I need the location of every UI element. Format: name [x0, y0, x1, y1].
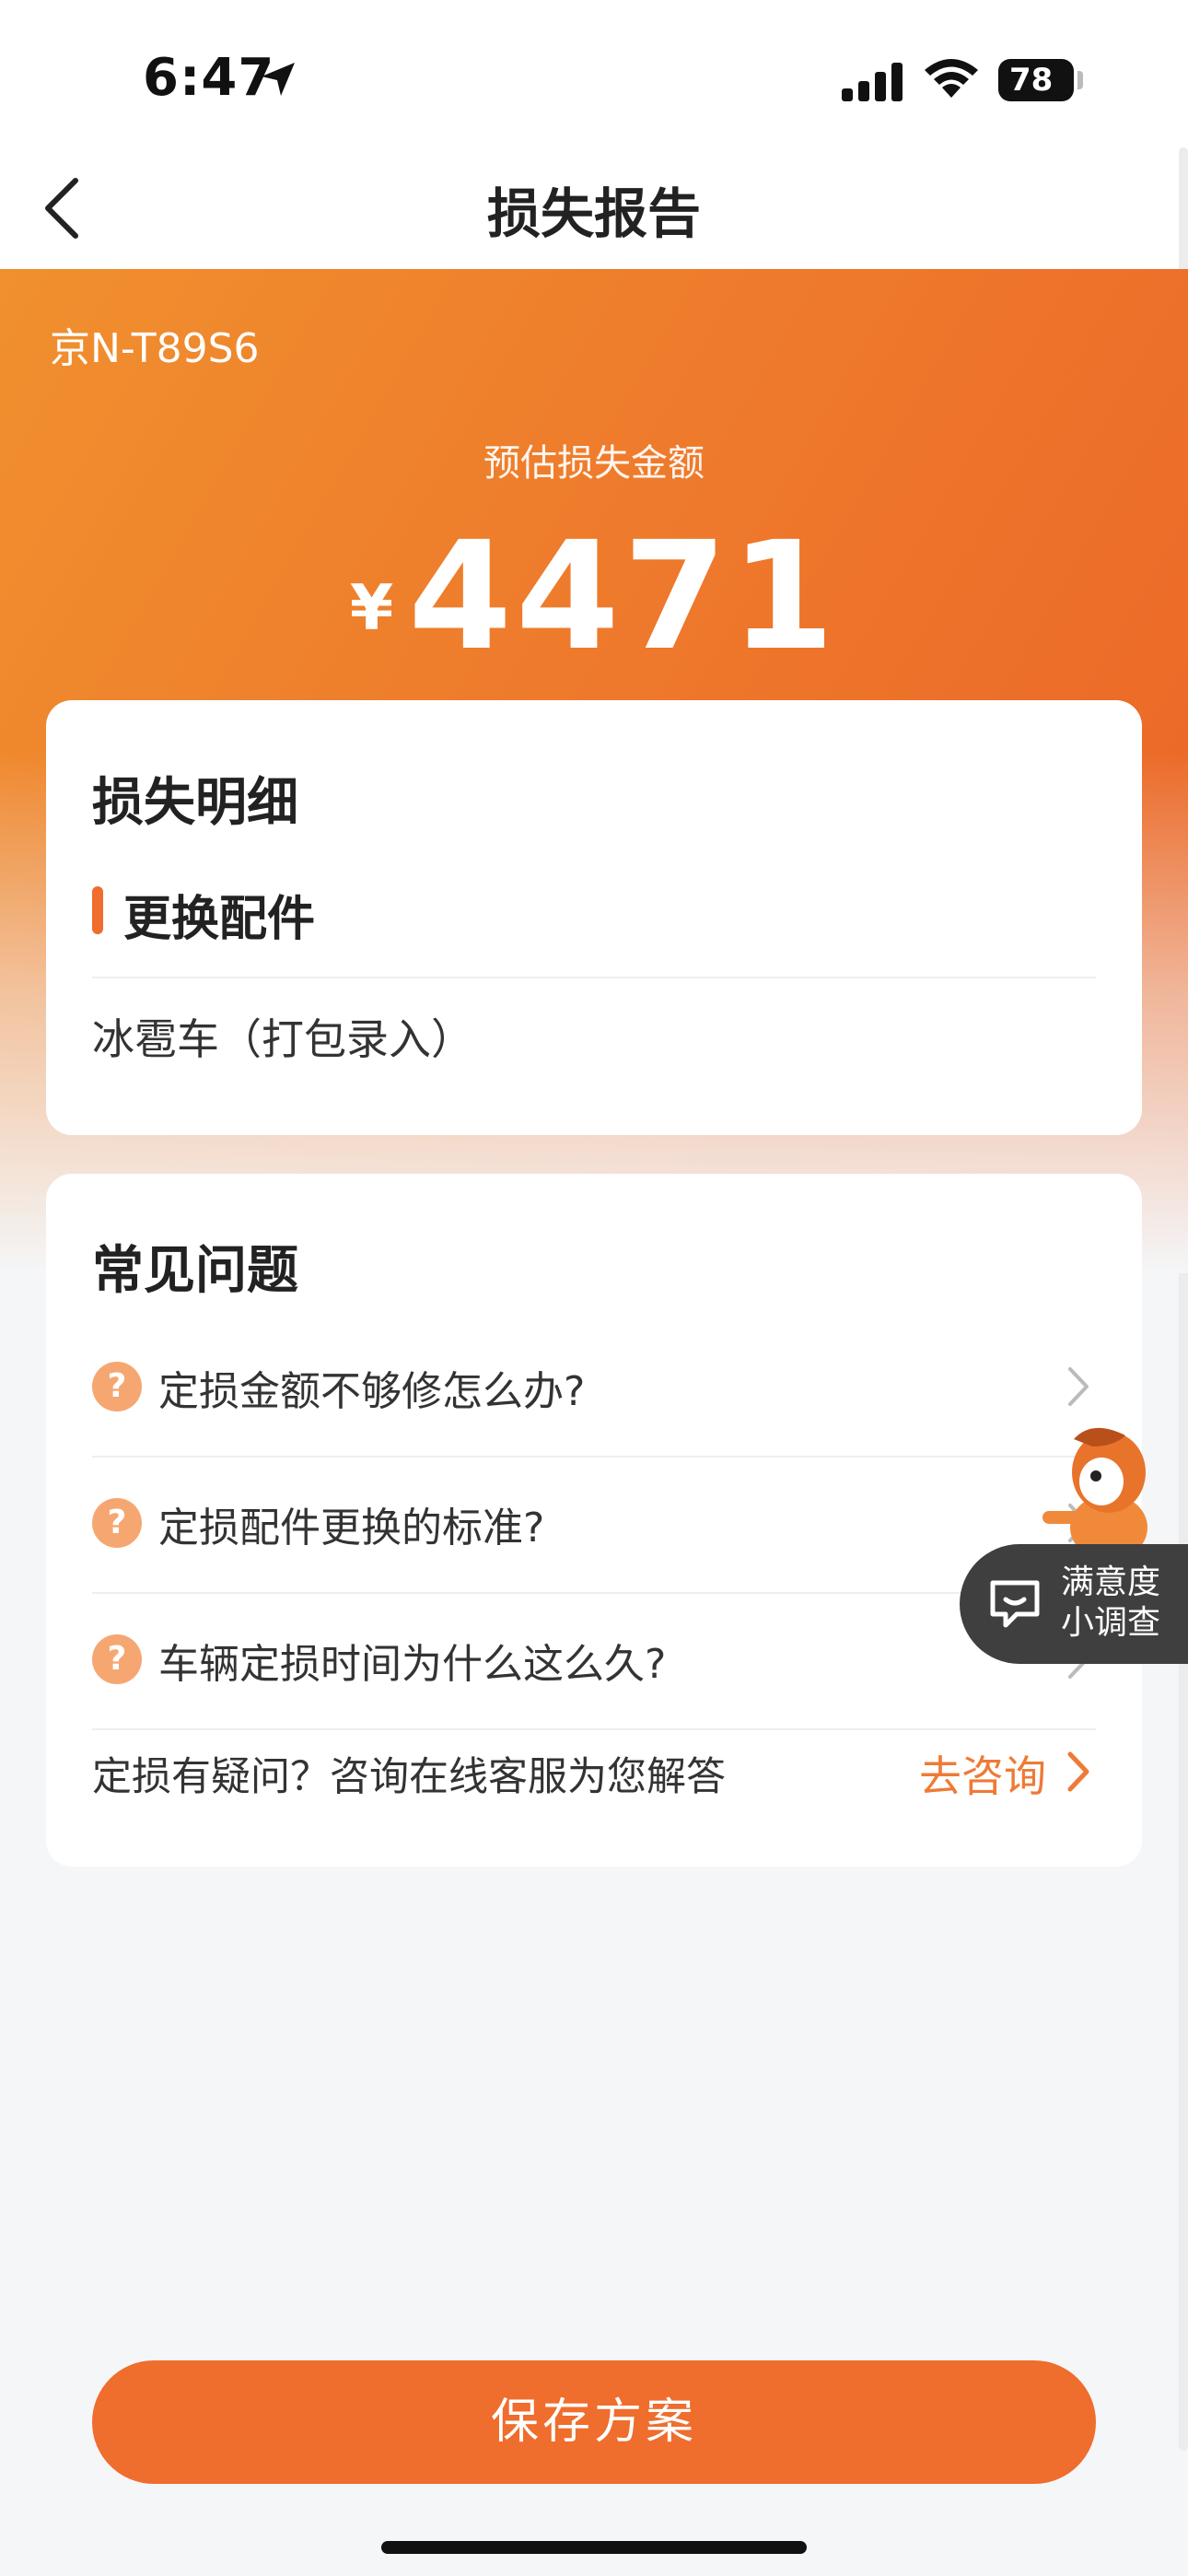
divider [92, 977, 1096, 978]
status-time: 6:47 [143, 48, 275, 108]
faq-question: 车辆定损时间为什么这么久? [158, 1641, 667, 1688]
status-bar: 6:47 78 [0, 0, 1188, 147]
wifi-icon [925, 59, 978, 98]
faq-item[interactable]: ? 定损金额不够修怎么办? [92, 1321, 1096, 1458]
home-indicator [381, 2541, 807, 2554]
question-icon: ? [92, 1362, 142, 1411]
amount-value: 4471 [408, 510, 839, 684]
location-arrow-icon [262, 63, 295, 96]
section-title: 更换配件 [123, 892, 316, 947]
question-icon: ? [92, 1498, 142, 1548]
question-icon: ? [92, 1634, 142, 1684]
battery-cap [1077, 71, 1083, 89]
faq-item[interactable]: ? 定损配件更换的标准? [92, 1458, 1096, 1594]
survey-chat-icon [990, 1580, 1040, 1628]
faq-question: 定损金额不够修怎么办? [158, 1368, 586, 1415]
survey-line-2: 小调查 [1061, 1604, 1161, 1642]
card-title: 损失明细 [92, 773, 298, 833]
battery-level: 78 [1009, 62, 1054, 99]
card-title: 常见问题 [92, 1241, 298, 1301]
faq-card: 常见问题 ? 定损金额不够修怎么办? ? 定损配件更换的标准? ? 车辆定损时间… [46, 1174, 1142, 1867]
page-title: 损失报告 [486, 182, 701, 245]
survey-line-1: 满意度 [1061, 1563, 1161, 1601]
survey-bubble[interactable]: 满意度 小调查 [960, 1544, 1188, 1664]
cellular-signal-icon [842, 63, 903, 101]
loss-detail-card: 损失明细 更换配件 冰雹车（打包录入） [46, 700, 1142, 1135]
chevron-right-icon [1068, 1367, 1089, 1406]
detail-item: 冰雹车（打包录入） [92, 1014, 473, 1064]
battery-icon: 78 [998, 59, 1074, 101]
save-plan-button[interactable]: 保存方案 [92, 2360, 1096, 2484]
survey-label: 满意度 小调查 [1061, 1563, 1160, 1644]
consult-row[interactable]: 定损有疑问？咨询在线客服为您解答 去咨询 [92, 1708, 1096, 1819]
consult-link[interactable]: 去咨询 [919, 1743, 1046, 1804]
consult-text: 定损有疑问？咨询在线客服为您解答 [92, 1754, 726, 1800]
estimate-label: 预估损失金额 [483, 442, 705, 485]
estimate-amount: ¥4471 [0, 510, 1188, 684]
currency-symbol: ¥ [349, 572, 394, 645]
faq-question: 定损配件更换的标准? [158, 1505, 545, 1551]
nav-bar: 损失报告 [0, 147, 1188, 269]
license-plate: 京N-T89S6 [50, 325, 260, 372]
chevron-right-icon [1067, 1751, 1089, 1792]
section-accent-bar [92, 886, 103, 934]
